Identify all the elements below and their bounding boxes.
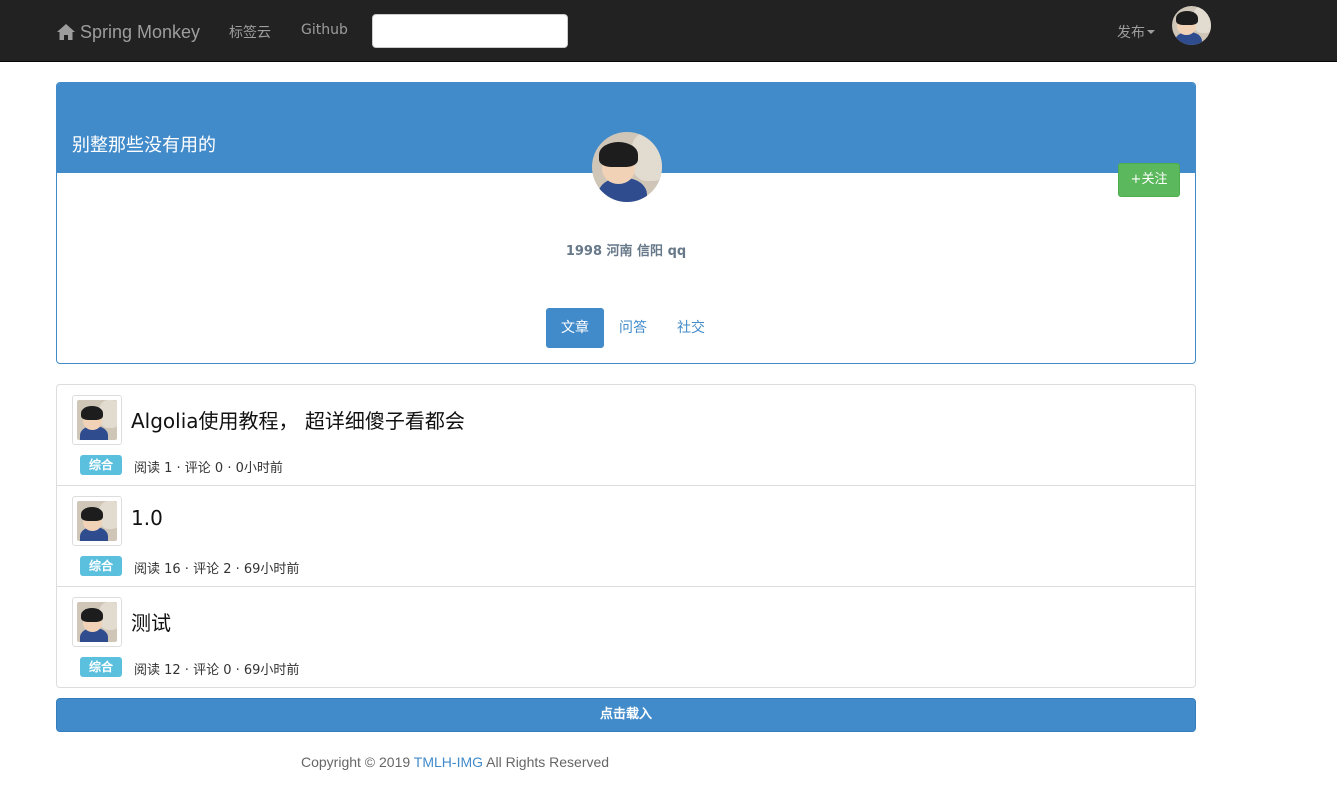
list-item: 1.0 综合 阅读 16 · 评论 2 · 69小时前 (57, 486, 1195, 587)
top-navbar: Spring Monkey 标签云 Github 发布 (0, 0, 1337, 62)
caret-down-icon (1147, 30, 1155, 34)
footer-rights: All Rights Reserved (483, 754, 610, 770)
brand-link[interactable]: Spring Monkey (56, 19, 200, 45)
publish-label: 发布 (1117, 25, 1145, 41)
article-list: Algolia使用教程， 超详细傻子看都会 综合 阅读 1 · 评论 0 · 0… (56, 384, 1196, 688)
article-title[interactable]: 1.0 (131, 506, 163, 530)
list-item: Algolia使用教程， 超详细傻子看都会 综合 阅读 1 · 评论 0 · 0… (57, 385, 1195, 486)
search-input[interactable] (372, 14, 568, 48)
profile-card: 别整那些没有用的 +关注 1998 河南 信阳 qq 文章 问答 社交 (56, 82, 1196, 364)
nav-link-tag-cloud[interactable]: 标签云 (229, 22, 271, 42)
avatar-photo (1172, 6, 1211, 45)
nav-link-github[interactable]: Github (301, 22, 348, 38)
tab-articles[interactable]: 文章 (546, 308, 604, 348)
brand-label: Spring Monkey (80, 21, 201, 42)
author-avatar[interactable] (72, 395, 122, 445)
home-icon (57, 24, 75, 40)
avatar-photo (592, 132, 662, 202)
list-item: 测试 综合 阅读 12 · 评论 0 · 69小时前 (57, 587, 1195, 688)
category-badge: 综合 (80, 657, 122, 677)
publish-dropdown[interactable]: 发布 (1117, 22, 1155, 42)
load-more-button[interactable]: 点击载入 (56, 698, 1196, 732)
footer: Copyright © 2019 TMLH-IMG All Rights Res… (301, 754, 609, 770)
profile-bio: 1998 河南 信阳 qq (565, 244, 687, 259)
tab-qa[interactable]: 问答 (604, 308, 662, 348)
article-meta: 阅读 12 · 评论 0 · 69小时前 (134, 663, 300, 678)
author-avatar[interactable] (72, 496, 122, 546)
footer-copyright: Copyright © 2019 (301, 754, 414, 770)
profile-avatar (592, 132, 662, 202)
category-badge: 综合 (80, 556, 122, 576)
follow-button[interactable]: +关注 (1118, 163, 1180, 197)
article-title[interactable]: Algolia使用教程， 超详细傻子看都会 (131, 405, 465, 434)
user-avatar[interactable] (1172, 6, 1211, 45)
profile-header-title: 别整那些没有用的 (72, 135, 216, 156)
article-title[interactable]: 测试 (131, 607, 171, 636)
author-avatar[interactable] (72, 597, 122, 647)
footer-link[interactable]: TMLH-IMG (414, 754, 483, 770)
tab-social[interactable]: 社交 (662, 308, 720, 348)
article-meta: 阅读 1 · 评论 0 · 0小时前 (134, 461, 283, 476)
profile-tabs: 文章 问答 社交 (546, 308, 720, 348)
article-meta: 阅读 16 · 评论 2 · 69小时前 (134, 562, 300, 577)
category-badge: 综合 (80, 455, 122, 475)
